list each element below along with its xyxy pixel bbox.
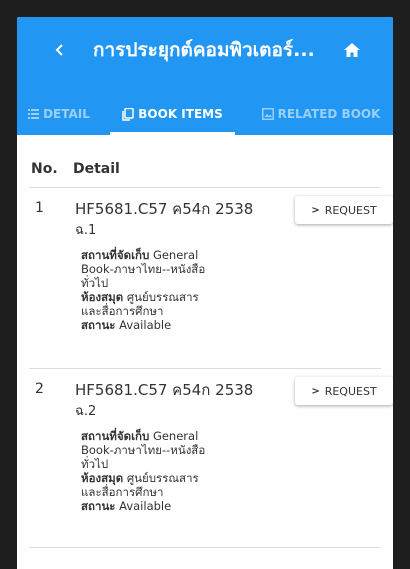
table-header: No. Detail xyxy=(29,151,381,188)
request-button-label: REQUEST xyxy=(324,203,377,217)
call-number-text: HF5681.C57 ค54ก 2538 xyxy=(75,200,254,218)
request-button[interactable]: > REQUEST xyxy=(295,377,393,405)
copy-number: ฉ.1 xyxy=(75,223,97,238)
back-button[interactable] xyxy=(47,37,73,63)
active-tab-indicator xyxy=(110,132,235,135)
library-value-line1: ศูนย์บรรณสาร xyxy=(126,471,199,485)
arrow-right-icon: > xyxy=(311,385,320,397)
tab-detail[interactable]: DETAIL xyxy=(17,93,107,135)
library-label: ห้องสมุด xyxy=(81,290,124,304)
tab-bar: DETAIL BOOK ITEMS RELATED BOOK xyxy=(17,93,393,135)
table-row: 2 HF5681.C57 ค54ก 2538 ฉ.2 สถานที่จัดเก็… xyxy=(29,369,393,548)
tab-detail-label: DETAIL xyxy=(43,107,90,121)
location-value-line3: ทั่วไป xyxy=(81,276,109,290)
status-value: Available xyxy=(119,318,172,332)
location-value-line2: Book-ภาษาไทย--หนังสือ xyxy=(81,262,206,276)
table-row: 1 HF5681.C57 ค54ก 2538 ฉ.1 สถานที่จัดเก็… xyxy=(29,188,393,369)
call-number: HF5681.C57 ค54ก 2538 ฉ.1 xyxy=(75,198,261,242)
library-value-line1: ศูนย์บรรณสาร xyxy=(126,290,199,304)
request-button[interactable]: > REQUEST xyxy=(295,196,393,224)
status-label: สถานะ xyxy=(81,318,116,332)
location-value-line1: General xyxy=(152,429,199,443)
call-number-text: HF5681.C57 ค54ก 2538 xyxy=(75,381,254,399)
request-button-label: REQUEST xyxy=(324,384,377,398)
book-items-panel: การประยุกต์คอมพิวเตอร์... DETAIL BOOK IT… xyxy=(17,17,393,569)
app-bar: การประยุกต์คอมพิวเตอร์... DETAIL BOOK IT… xyxy=(17,17,393,135)
location-label: สถานที่จัดเก็บ xyxy=(81,248,150,262)
screen: การประยุกต์คอมพิวเตอร์... DETAIL BOOK IT… xyxy=(0,0,410,569)
list-icon xyxy=(28,109,40,119)
arrow-right-icon: > xyxy=(311,204,320,216)
copy-number: ฉ.2 xyxy=(75,404,97,419)
home-button[interactable] xyxy=(339,37,365,63)
item-number: 1 xyxy=(35,200,44,216)
chevron-left-icon xyxy=(55,44,63,56)
location-label: สถานที่จัดเก็บ xyxy=(81,429,150,443)
image-icon xyxy=(261,108,274,120)
library-value-line2: และสื่อการศึกษา xyxy=(81,304,164,318)
library-label: ห้องสมุด xyxy=(81,471,124,485)
tab-related-book-label: RELATED BOOK xyxy=(277,107,381,121)
column-header-detail: Detail xyxy=(73,161,120,177)
home-icon xyxy=(344,43,360,57)
library-value-line2: และสื่อการศึกษา xyxy=(81,485,164,499)
item-location: สถานที่จัดเก็บ General Book-ภาษาไทย--หนั… xyxy=(81,248,251,332)
item-number: 2 xyxy=(35,381,44,397)
location-value-line3: ทั่วไป xyxy=(81,457,109,471)
page-title: การประยุกต์คอมพิวเตอร์... xyxy=(93,39,315,61)
location-value-line1: General xyxy=(152,248,199,262)
copy-icon xyxy=(122,107,135,121)
tab-book-items[interactable]: BOOK ITEMS xyxy=(110,93,235,135)
status-label: สถานะ xyxy=(81,499,116,513)
tab-book-items-label: BOOK ITEMS xyxy=(138,107,223,121)
tab-related-book[interactable]: RELATED BOOK xyxy=(251,93,391,135)
item-location: สถานที่จัดเก็บ General Book-ภาษาไทย--หนั… xyxy=(81,429,251,513)
status-value: Available xyxy=(119,499,172,513)
call-number: HF5681.C57 ค54ก 2538 ฉ.2 xyxy=(75,379,261,423)
column-header-no: No. xyxy=(31,161,58,177)
location-value-line2: Book-ภาษาไทย--หนังสือ xyxy=(81,443,206,457)
